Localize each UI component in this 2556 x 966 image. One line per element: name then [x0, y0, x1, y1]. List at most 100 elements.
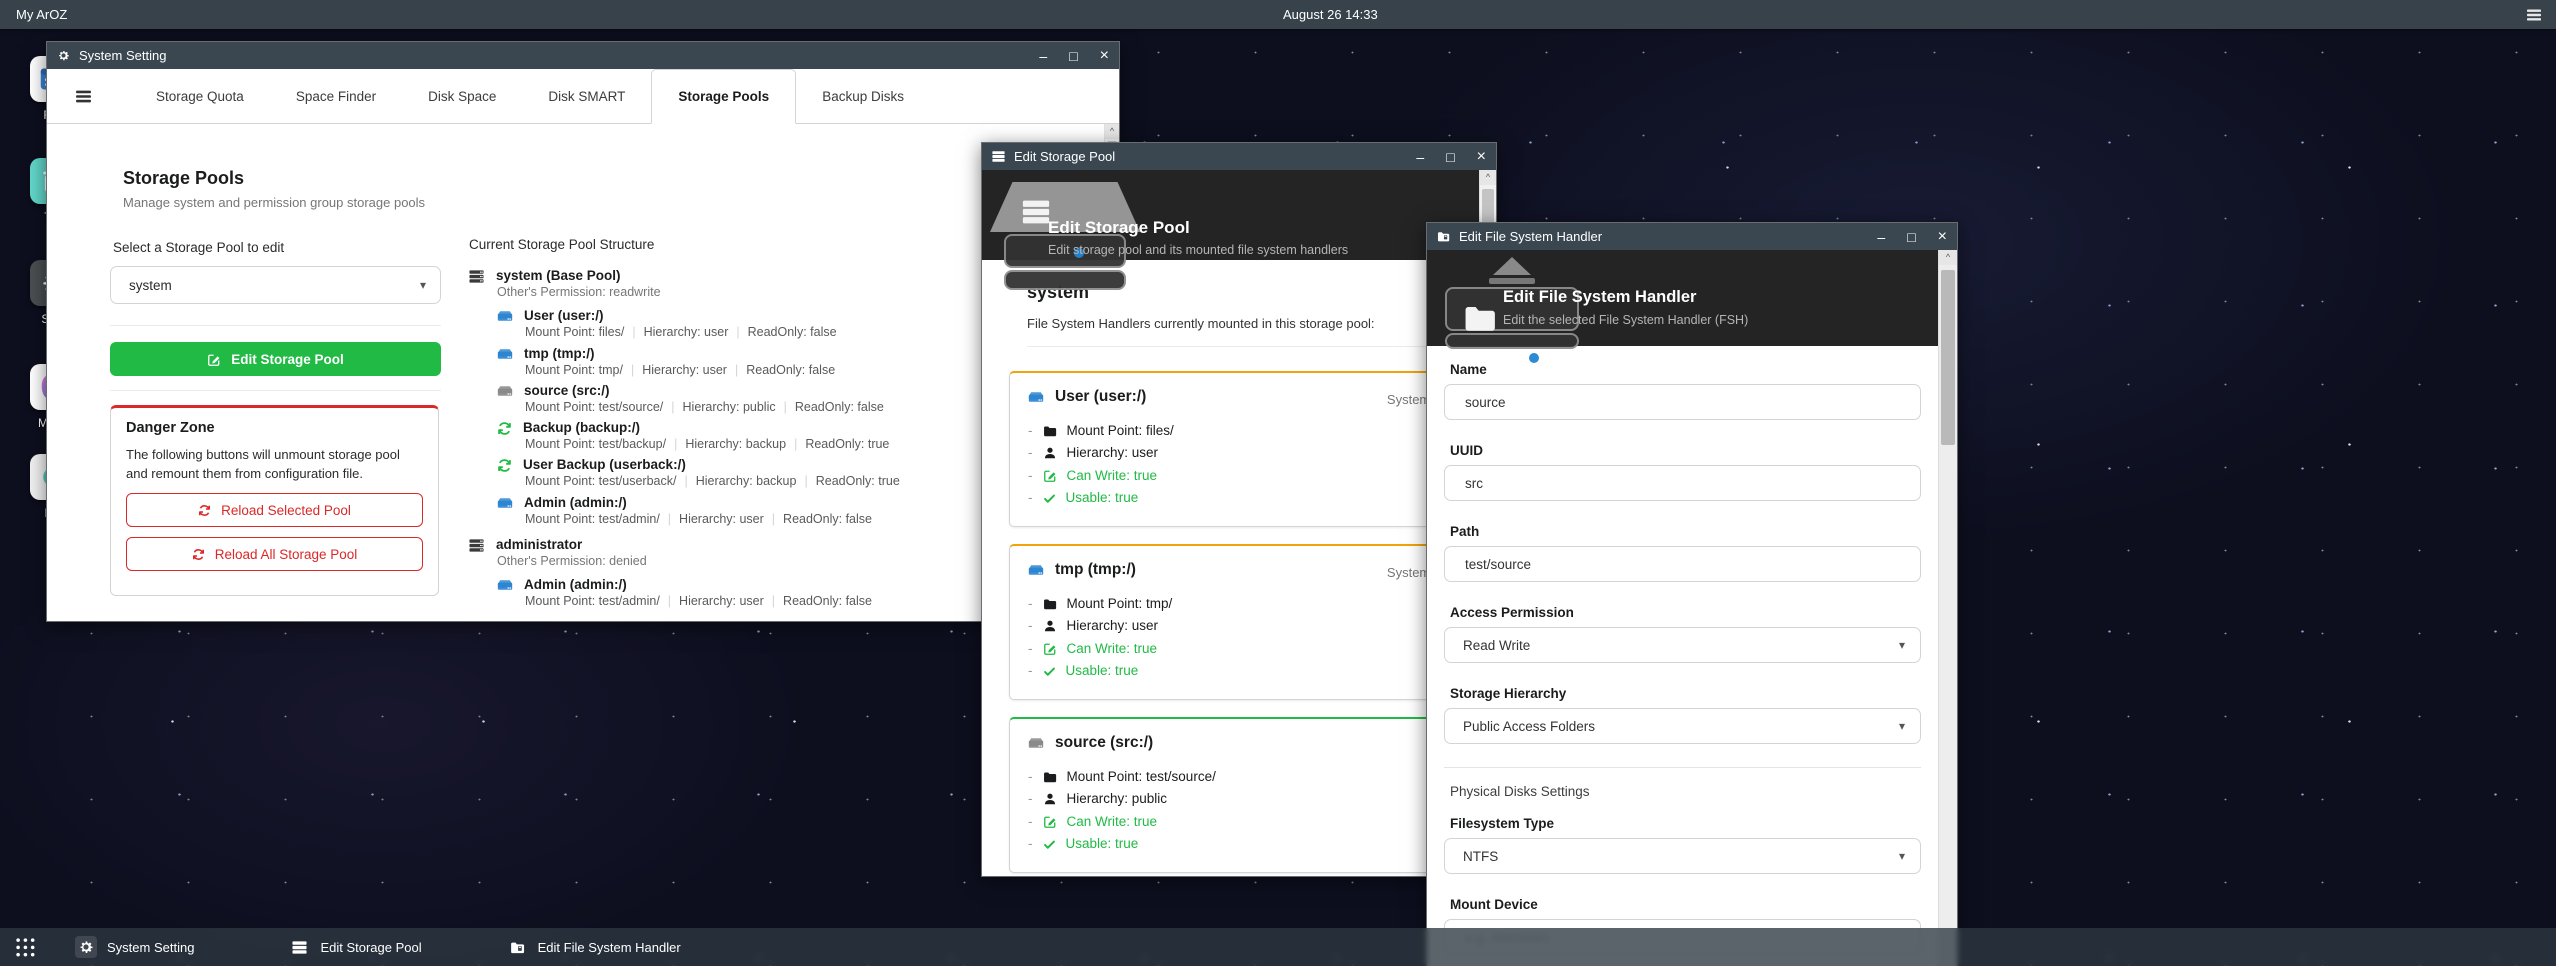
- folder-file-icon: [507, 937, 528, 958]
- fsh-meta: Hierarchy: user: [679, 594, 764, 608]
- maximize-button[interactable]: □: [1446, 150, 1454, 164]
- divider: |: [735, 363, 738, 377]
- tab-backup-disks[interactable]: Backup Disks: [796, 69, 930, 123]
- edit-storage-pool-titlebar[interactable]: Edit Storage Pool – □ ×: [982, 143, 1496, 170]
- divider: |: [794, 437, 797, 451]
- drive-blue-icon: [497, 307, 513, 324]
- fsh-edit-form: NameUUIDPathAccess PermissionRead Write▾…: [1444, 346, 1921, 966]
- refresh-icon: [192, 547, 205, 562]
- mounted-handlers-label: File System Handlers currently mounted i…: [1027, 316, 1375, 331]
- reload-selected-pool-button[interactable]: Reload Selected Pool: [126, 493, 423, 527]
- page-subtitle: Manage system and permission group stora…: [123, 195, 425, 210]
- scroll-up-arrow[interactable]: ^: [1480, 170, 1496, 185]
- access-permission-select[interactable]: Read Write▾: [1444, 627, 1921, 663]
- app-launcher-grid-icon[interactable]: [16, 938, 35, 957]
- fsh-property-row: -Usable: true: [1028, 660, 1451, 683]
- brand-label: My ArOZ: [16, 7, 67, 22]
- taskbar-app-system-setting[interactable]: System Setting: [75, 936, 194, 958]
- tab-storage-pools[interactable]: Storage Pools: [651, 69, 796, 124]
- close-button[interactable]: ×: [1938, 230, 1947, 244]
- fsh-name: Admin (admin:/): [524, 576, 627, 593]
- fsh-name: User (user:/): [524, 307, 604, 324]
- maximize-button[interactable]: □: [1907, 230, 1915, 244]
- maximize-button[interactable]: □: [1069, 49, 1077, 63]
- module-title: Edit File System Handler: [1503, 288, 1696, 307]
- gear-icon: [57, 49, 70, 62]
- taskbar-app-label: Edit File System Handler: [538, 940, 681, 955]
- scrollbar[interactable]: ^: [1938, 250, 1957, 966]
- drive-blue-icon: [497, 493, 513, 510]
- list-lines-icon: [289, 937, 310, 958]
- fsh-meta: ReadOnly: true: [805, 437, 889, 451]
- window-system-setting: System Setting – □ × Storage QuotaSpace …: [46, 41, 1120, 622]
- name-input[interactable]: [1463, 394, 1878, 411]
- fsh-name: User Backup (userback:/): [523, 456, 686, 473]
- storage-pool-select[interactable]: system ▾: [110, 266, 441, 304]
- close-button[interactable]: ×: [1100, 49, 1109, 63]
- edit-storage-pool-button[interactable]: Edit Storage Pool: [110, 342, 441, 376]
- path-input[interactable]: [1463, 556, 1878, 573]
- fsh-meta: ReadOnly: false: [783, 512, 872, 526]
- reload-all-storage-pool-button[interactable]: Reload All Storage Pool: [126, 537, 423, 571]
- settings-tabbar: Storage QuotaSpace FinderDisk SpaceDisk …: [47, 69, 1119, 124]
- list-lines-icon: [992, 150, 1005, 163]
- access-permission-label: Access Permission: [1444, 605, 1921, 620]
- fsh-name: source (src:/): [524, 382, 610, 399]
- filesystem-type-select[interactable]: NTFS▾: [1444, 838, 1921, 874]
- scroll-up-arrow[interactable]: ^: [1939, 250, 1957, 265]
- fsh-property-row: -Can Write: true: [1028, 464, 1451, 487]
- taskbar-app-edit-storage-pool[interactable]: Edit Storage Pool: [289, 937, 421, 958]
- pool-name: default: [496, 618, 540, 621]
- storage-hierarchy-value: Public Access Folders: [1463, 719, 1595, 734]
- tab-disk-smart[interactable]: Disk SMART: [522, 69, 651, 123]
- minimize-button[interactable]: –: [1416, 150, 1424, 164]
- fsh-property-row: -Usable: true: [1028, 833, 1451, 856]
- divider: |: [668, 594, 671, 608]
- tab-storage-quota[interactable]: Storage Quota: [130, 69, 270, 123]
- server-icon: [469, 536, 484, 553]
- clock: August 26 14:33: [1283, 7, 1378, 22]
- system-setting-titlebar[interactable]: System Setting – □ ×: [47, 42, 1119, 69]
- page-title: Storage Pools: [123, 168, 244, 189]
- divider: |: [772, 512, 775, 526]
- edit-fsh-titlebar[interactable]: Edit File System Handler – □ ×: [1427, 223, 1957, 250]
- folder-icon: [1463, 301, 1497, 335]
- uuid-input[interactable]: [1463, 475, 1878, 492]
- fsh-meta: Hierarchy: user: [644, 325, 729, 339]
- taskbar-app-label: System Setting: [107, 940, 194, 955]
- window-edit-storage-pool: Edit Storage Pool – □ × Edit Storage Poo…: [981, 142, 1497, 877]
- danger-zone-text: The following buttons will unmount stora…: [126, 445, 423, 483]
- path-field: [1444, 546, 1921, 582]
- server-icon: [469, 618, 484, 621]
- divider: |: [772, 594, 775, 608]
- menu-hamburger-icon[interactable]: [75, 88, 92, 105]
- storage-hierarchy-select[interactable]: Public Access Folders▾: [1444, 708, 1921, 744]
- close-button[interactable]: ×: [1477, 150, 1486, 164]
- folder-icon: [1043, 769, 1057, 784]
- tab-space-finder[interactable]: Space Finder: [270, 69, 402, 123]
- edit-square-icon: [1043, 814, 1057, 829]
- fsh-meta: Hierarchy: user: [642, 363, 727, 377]
- fsh-illustration: [1437, 257, 1587, 367]
- fsh-meta: Hierarchy: backup: [696, 474, 797, 488]
- chevron-down-icon: ▾: [420, 278, 426, 292]
- scroll-up-arrow[interactable]: ^: [1105, 124, 1119, 139]
- edit-icon: [207, 351, 221, 366]
- pool-name: administrator: [496, 536, 582, 553]
- divider: |: [632, 325, 635, 339]
- taskbar-app-edit-file-system-handler[interactable]: Edit File System Handler: [507, 937, 681, 958]
- module-title: Edit Storage Pool: [1048, 218, 1190, 238]
- drive-gray-icon: [497, 382, 513, 399]
- fsh-property-row: -Hierarchy: user: [1028, 442, 1451, 465]
- window-title: System Setting: [79, 48, 166, 63]
- minimize-button[interactable]: –: [1877, 230, 1885, 244]
- access-permission-value: Read Write: [1463, 638, 1530, 653]
- user-icon: [1043, 618, 1057, 633]
- fsh-name: Admin (admin:/): [524, 494, 627, 511]
- hamburger-icon[interactable]: [2526, 6, 2542, 23]
- edit-square-icon: [1043, 641, 1057, 656]
- selected-pool-value: system: [129, 278, 172, 293]
- tab-disk-space[interactable]: Disk Space: [402, 69, 522, 123]
- filesystem-type-label: Filesystem Type: [1444, 816, 1921, 831]
- minimize-button[interactable]: –: [1039, 49, 1047, 63]
